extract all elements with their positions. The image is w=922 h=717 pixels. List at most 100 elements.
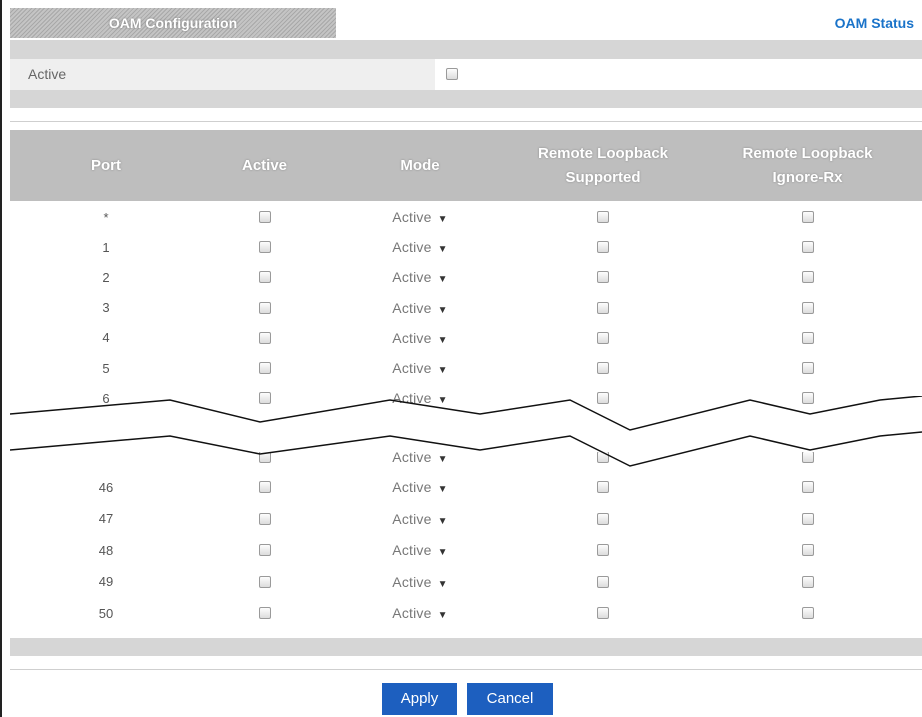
triangle-down-icon: ▼: [437, 484, 448, 495]
remote-loopback-ignore-rx-checkbox[interactable]: [801, 607, 814, 619]
remote-loopback-supported-checkbox[interactable]: [597, 301, 609, 314]
active-cell: [202, 535, 327, 565]
mode-dropdown[interactable]: Active ▼: [392, 511, 447, 527]
mode-value: Active: [392, 269, 432, 286]
global-active-row: Active: [10, 59, 922, 90]
loopback-supported-cell: [513, 567, 693, 597]
remote-loopback-supported-checkbox[interactable]: [597, 575, 609, 588]
mode-cell: Active ▼: [327, 293, 513, 323]
loopback-supported-cell: [513, 202, 693, 232]
divider: [10, 121, 922, 122]
port-active-checkbox[interactable]: [258, 575, 271, 588]
loopback-supported-cell: [513, 293, 693, 323]
mode-value: Active: [392, 239, 432, 256]
mode-dropdown[interactable]: Active ▼: [392, 269, 447, 285]
port-active-checkbox[interactable]: [258, 211, 271, 223]
cancel-button[interactable]: Cancel: [467, 683, 553, 715]
port-active-checkbox[interactable]: [258, 331, 271, 344]
column-header-remote-loopback-supported: Remote Loopback Supported: [537, 144, 669, 186]
mode-dropdown[interactable]: Active ▼: [392, 574, 447, 590]
mode-value: Active: [392, 510, 432, 527]
global-active-label: Active: [10, 59, 435, 90]
remote-loopback-ignore-rx-checkbox[interactable]: [801, 544, 814, 556]
mode-cell: Active ▼: [327, 504, 513, 534]
table-row: 46 Active ▼: [10, 472, 922, 502]
mode-dropdown[interactable]: Active ▼: [392, 239, 447, 255]
port-number: 49: [98, 574, 114, 589]
mode-dropdown[interactable]: Active ▼: [392, 479, 447, 495]
loopback-supported-cell: [513, 598, 693, 628]
port-active-checkbox[interactable]: [258, 544, 271, 556]
remote-loopback-supported-checkbox[interactable]: [597, 544, 609, 556]
triangle-down-icon: ▼: [437, 365, 448, 376]
remote-loopback-supported-checkbox[interactable]: [597, 241, 609, 254]
active-cell: [202, 472, 327, 502]
port-number: 1: [102, 239, 110, 255]
active-cell: [202, 567, 327, 597]
remote-loopback-supported-checkbox[interactable]: [597, 331, 609, 344]
mode-cell: Active ▼: [327, 535, 513, 565]
mode-cell: Active ▼: [327, 598, 513, 628]
triangle-down-icon: ▼: [437, 304, 448, 316]
column-header-port: Port: [91, 156, 121, 174]
remote-loopback-supported-checkbox[interactable]: [597, 211, 609, 223]
remote-loopback-ignore-rx-checkbox[interactable]: [801, 481, 814, 493]
remote-loopback-ignore-rx-checkbox[interactable]: [801, 271, 814, 284]
triangle-down-icon: ▼: [437, 334, 448, 346]
mode-dropdown[interactable]: Active ▼: [392, 209, 447, 225]
mode-value: Active: [392, 360, 432, 376]
global-active-checkbox[interactable]: [446, 68, 458, 80]
active-cell: [202, 232, 327, 262]
remote-loopback-supported-checkbox[interactable]: [597, 512, 609, 525]
triangle-down-icon: ▼: [437, 547, 448, 558]
mode-value: Active: [392, 542, 432, 558]
port-active-checkbox[interactable]: [258, 512, 271, 525]
tab-oam-configuration[interactable]: OAM Configuration: [10, 8, 336, 38]
remote-loopback-supported-checkbox[interactable]: [597, 481, 609, 493]
loopback-ignore-rx-cell: [693, 472, 922, 502]
remote-loopback-supported-checkbox[interactable]: [597, 271, 609, 284]
remote-loopback-ignore-rx-checkbox[interactable]: [801, 362, 814, 374]
remote-loopback-ignore-rx-checkbox[interactable]: [801, 301, 814, 314]
mode-dropdown[interactable]: Active ▼: [392, 330, 447, 346]
mode-dropdown[interactable]: Active ▼: [392, 605, 447, 621]
mode-value: Active: [392, 573, 432, 590]
loopback-supported-cell: [513, 232, 693, 262]
mode-dropdown[interactable]: Active ▼: [392, 300, 447, 316]
apply-button[interactable]: Apply: [382, 683, 457, 715]
active-cell: [202, 504, 327, 534]
remote-loopback-ignore-rx-checkbox[interactable]: [801, 331, 814, 344]
table-row: 50 Active ▼: [10, 598, 922, 628]
active-cell: [202, 262, 327, 292]
triangle-down-icon: ▼: [437, 515, 448, 527]
port-number: 46: [98, 479, 114, 495]
section-bar: [10, 40, 922, 59]
port-active-checkbox[interactable]: [258, 481, 271, 493]
remote-loopback-ignore-rx-checkbox[interactable]: [801, 575, 814, 588]
triangle-down-icon: ▼: [437, 274, 448, 286]
remote-loopback-supported-checkbox[interactable]: [597, 362, 609, 374]
remote-loopback-ignore-rx-checkbox[interactable]: [801, 512, 814, 525]
mode-dropdown[interactable]: Active ▼: [392, 360, 447, 376]
remote-loopback-ignore-rx-checkbox[interactable]: [801, 211, 814, 223]
triangle-down-icon: ▼: [437, 244, 448, 256]
loopback-ignore-rx-cell: [693, 353, 922, 383]
mode-cell: Active ▼: [327, 353, 513, 383]
port-active-checkbox[interactable]: [258, 607, 271, 619]
loopback-supported-cell: [513, 472, 693, 502]
remote-loopback-ignore-rx-checkbox[interactable]: [801, 241, 814, 254]
loopback-ignore-rx-cell: [693, 567, 922, 597]
mode-dropdown[interactable]: Active ▼: [392, 542, 447, 558]
mode-value: Active: [392, 329, 432, 346]
oam-status-link[interactable]: OAM Status: [835, 8, 914, 38]
mode-cell: Active ▼: [327, 232, 513, 262]
port-active-checkbox[interactable]: [258, 362, 271, 374]
table-row: 1 Active ▼: [10, 232, 922, 262]
loopback-ignore-rx-cell: [693, 232, 922, 262]
table-row: 47 Active ▼: [10, 504, 922, 534]
port-active-checkbox[interactable]: [258, 241, 271, 254]
remote-loopback-supported-checkbox[interactable]: [597, 607, 609, 619]
port-active-checkbox[interactable]: [258, 271, 271, 284]
port-active-checkbox[interactable]: [258, 301, 271, 314]
mode-cell: Active ▼: [327, 472, 513, 502]
